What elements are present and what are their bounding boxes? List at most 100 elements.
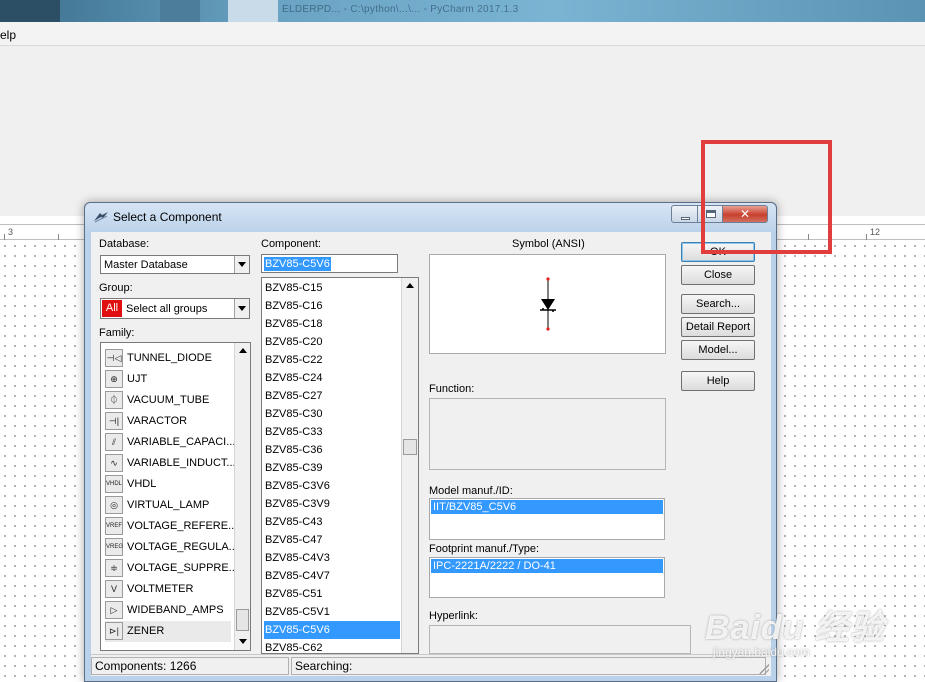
component-item-label: BZV85-C47 xyxy=(265,534,323,546)
database-select[interactable]: Master Database xyxy=(100,255,250,274)
component-item[interactable]: BZV85-C43 xyxy=(264,513,400,531)
family-item[interactable]: ▷ WIDEBAND_AMPS xyxy=(105,600,231,621)
family-item[interactable]: VREG VOLTAGE_REGULA... xyxy=(105,537,238,558)
family-item[interactable]: ⊳| ZENER xyxy=(105,621,231,642)
family-item-label: VACUUM_TUBE xyxy=(127,394,210,406)
chevron-down-icon xyxy=(239,639,247,644)
taskbar-thumbnail[interactable] xyxy=(228,0,278,22)
component-item[interactable]: BZV85-C20 xyxy=(264,333,400,351)
variable-inductor-icon: ∿ xyxy=(105,454,123,472)
components-count: Components: 1266 xyxy=(91,657,289,675)
search-button[interactable]: Search... xyxy=(681,294,755,314)
family-item-label: VOLTMETER xyxy=(127,583,194,595)
voltmeter-icon: V xyxy=(105,580,123,598)
taskbar-thumbnail[interactable] xyxy=(160,0,200,22)
family-item[interactable]: ≑ VOLTAGE_SUPPRE... xyxy=(105,558,238,579)
component-item[interactable]: BZV85-C39 xyxy=(264,459,400,477)
component-item-label: BZV85-C39 xyxy=(265,462,323,474)
tunnel-diode-icon: ⊣◁ xyxy=(105,349,123,367)
component-item-label: BZV85-C5V6 xyxy=(265,624,330,636)
scroll-thumb[interactable] xyxy=(236,609,249,631)
family-item[interactable]: ⊣◁ TUNNEL_DIODE xyxy=(105,348,231,369)
scroll-up-button[interactable] xyxy=(402,278,418,294)
hyperlink-box[interactable] xyxy=(429,625,691,654)
component-list[interactable]: BZV85-C15 BZV85-C16 BZV85-C18 BZV85-C20 BZV8… xyxy=(261,277,419,654)
hyperlink-label: Hyperlink: xyxy=(429,610,478,622)
help-button[interactable]: Help xyxy=(681,371,755,391)
family-scrollbar[interactable] xyxy=(234,343,250,650)
family-item-label: VOLTAGE_REFERE... xyxy=(127,520,238,532)
footprint-list[interactable]: IPC-2221A/2222 / DO-41 xyxy=(429,557,665,598)
component-item-label: BZV85-C27 xyxy=(265,390,323,402)
component-item[interactable]: BZV85-C27 xyxy=(264,387,400,405)
dialog-body: Database: Master Database Group: All Sel… xyxy=(91,232,771,654)
component-item[interactable]: BZV85-C36 xyxy=(264,441,400,459)
family-item[interactable]: ⊕ UJT xyxy=(105,369,231,390)
component-item[interactable]: BZV85-C16 xyxy=(264,297,400,315)
menu-help[interactable]: elp xyxy=(0,28,16,42)
select-component-dialog: Select a Component ✕ Database: Master Da… xyxy=(84,202,777,682)
component-item[interactable]: BZV85-C62 xyxy=(264,639,400,653)
watermark-brand: Baidu 经验 xyxy=(705,609,885,647)
component-item[interactable]: BZV85-C30 xyxy=(264,405,400,423)
family-item-label: VHDL xyxy=(127,478,157,490)
scroll-down-button[interactable] xyxy=(235,634,250,650)
function-label: Function: xyxy=(429,383,475,395)
database-dropdown-button[interactable] xyxy=(234,256,249,273)
component-app-icon xyxy=(94,212,108,223)
component-item[interactable]: BZV85-C18 xyxy=(264,315,400,333)
resize-grip-icon[interactable] xyxy=(759,664,769,674)
taskbar-thumbnail[interactable] xyxy=(0,0,60,22)
group-select[interactable]: All Select all groups xyxy=(100,298,250,319)
component-item[interactable]: BZV85-C5V6 xyxy=(264,621,400,639)
group-dropdown-button[interactable] xyxy=(234,299,249,318)
family-item-label: VARACTOR xyxy=(127,415,188,427)
dialog-title: Select a Component xyxy=(113,210,222,224)
scroll-thumb[interactable] xyxy=(403,439,417,455)
family-item[interactable]: ⫽ VARIABLE_CAPACI... xyxy=(105,432,235,453)
component-scrollbar[interactable] xyxy=(401,278,418,653)
component-item-label: BZV85-C18 xyxy=(265,318,323,330)
component-item[interactable]: BZV85-C5V1 xyxy=(264,603,400,621)
family-item[interactable]: VHDL VHDL xyxy=(105,474,231,495)
group-label: Group: xyxy=(99,282,133,294)
component-item[interactable]: BZV85-C47 xyxy=(264,531,400,549)
component-item[interactable]: BZV85-C4V7 xyxy=(264,567,400,585)
component-item-label: BZV85-C15 xyxy=(265,282,323,294)
model-list[interactable]: IIT/BZV85_C5V6 xyxy=(429,498,665,540)
component-item[interactable]: BZV85-C22 xyxy=(264,351,400,369)
family-item[interactable]: ⊣| VARACTOR xyxy=(105,411,231,432)
component-item[interactable]: BZV85-C33 xyxy=(264,423,400,441)
component-item[interactable]: BZV85-C3V6 xyxy=(264,477,400,495)
component-item[interactable]: BZV85-C24 xyxy=(264,369,400,387)
family-list[interactable]: ⊣◁ TUNNEL_DIODE ⊕ UJT ⏀ VACUUM_TUBE ⊣| VARACTOR… xyxy=(100,342,251,651)
family-item[interactable]: VREF VOLTAGE_REFERE... xyxy=(105,516,237,537)
symbol-label: Symbol (ANSI) xyxy=(512,238,585,250)
family-item[interactable]: V VOLTMETER xyxy=(105,579,231,600)
detail-report-button[interactable]: Detail Report xyxy=(681,317,755,337)
component-item[interactable]: BZV85-C4V3 xyxy=(264,549,400,567)
dialog-title-bar[interactable]: Select a Component ✕ xyxy=(85,203,776,231)
close-button[interactable]: Close xyxy=(681,265,755,285)
family-item-label: VOLTAGE_REGULA... xyxy=(127,541,238,553)
model-value[interactable]: IIT/BZV85_C5V6 xyxy=(431,500,663,514)
component-label: Component: xyxy=(261,238,321,250)
component-item[interactable]: BZV85-C51 xyxy=(264,585,400,603)
app-window-title: ELDERPD... - C:\python\...\... - PyCharm… xyxy=(282,4,519,15)
component-item[interactable]: BZV85-C15 xyxy=(264,279,400,297)
component-item[interactable]: BZV85-C3V9 xyxy=(264,495,400,513)
family-item-label: VARIABLE_CAPACI... xyxy=(127,436,236,448)
model-button[interactable]: Model... xyxy=(681,340,755,360)
minimize-button[interactable] xyxy=(671,205,698,223)
family-item[interactable]: ◎ VIRTUAL_LAMP xyxy=(105,495,231,516)
zener-diode-symbol-icon xyxy=(540,277,556,331)
component-item-label: BZV85-C24 xyxy=(265,372,323,384)
family-item[interactable]: ⏀ VACUUM_TUBE xyxy=(105,390,231,411)
scroll-up-button[interactable] xyxy=(235,343,250,359)
family-item[interactable]: ∿ VARIABLE_INDUCT... xyxy=(105,453,236,474)
component-item-label: BZV85-C30 xyxy=(265,408,323,420)
chevron-down-icon xyxy=(238,306,246,311)
component-search-input[interactable]: BZV85-C5V6 xyxy=(261,254,398,273)
component-item-label: BZV85-C5V1 xyxy=(265,606,330,618)
footprint-value[interactable]: IPC-2221A/2222 / DO-41 xyxy=(431,559,663,573)
